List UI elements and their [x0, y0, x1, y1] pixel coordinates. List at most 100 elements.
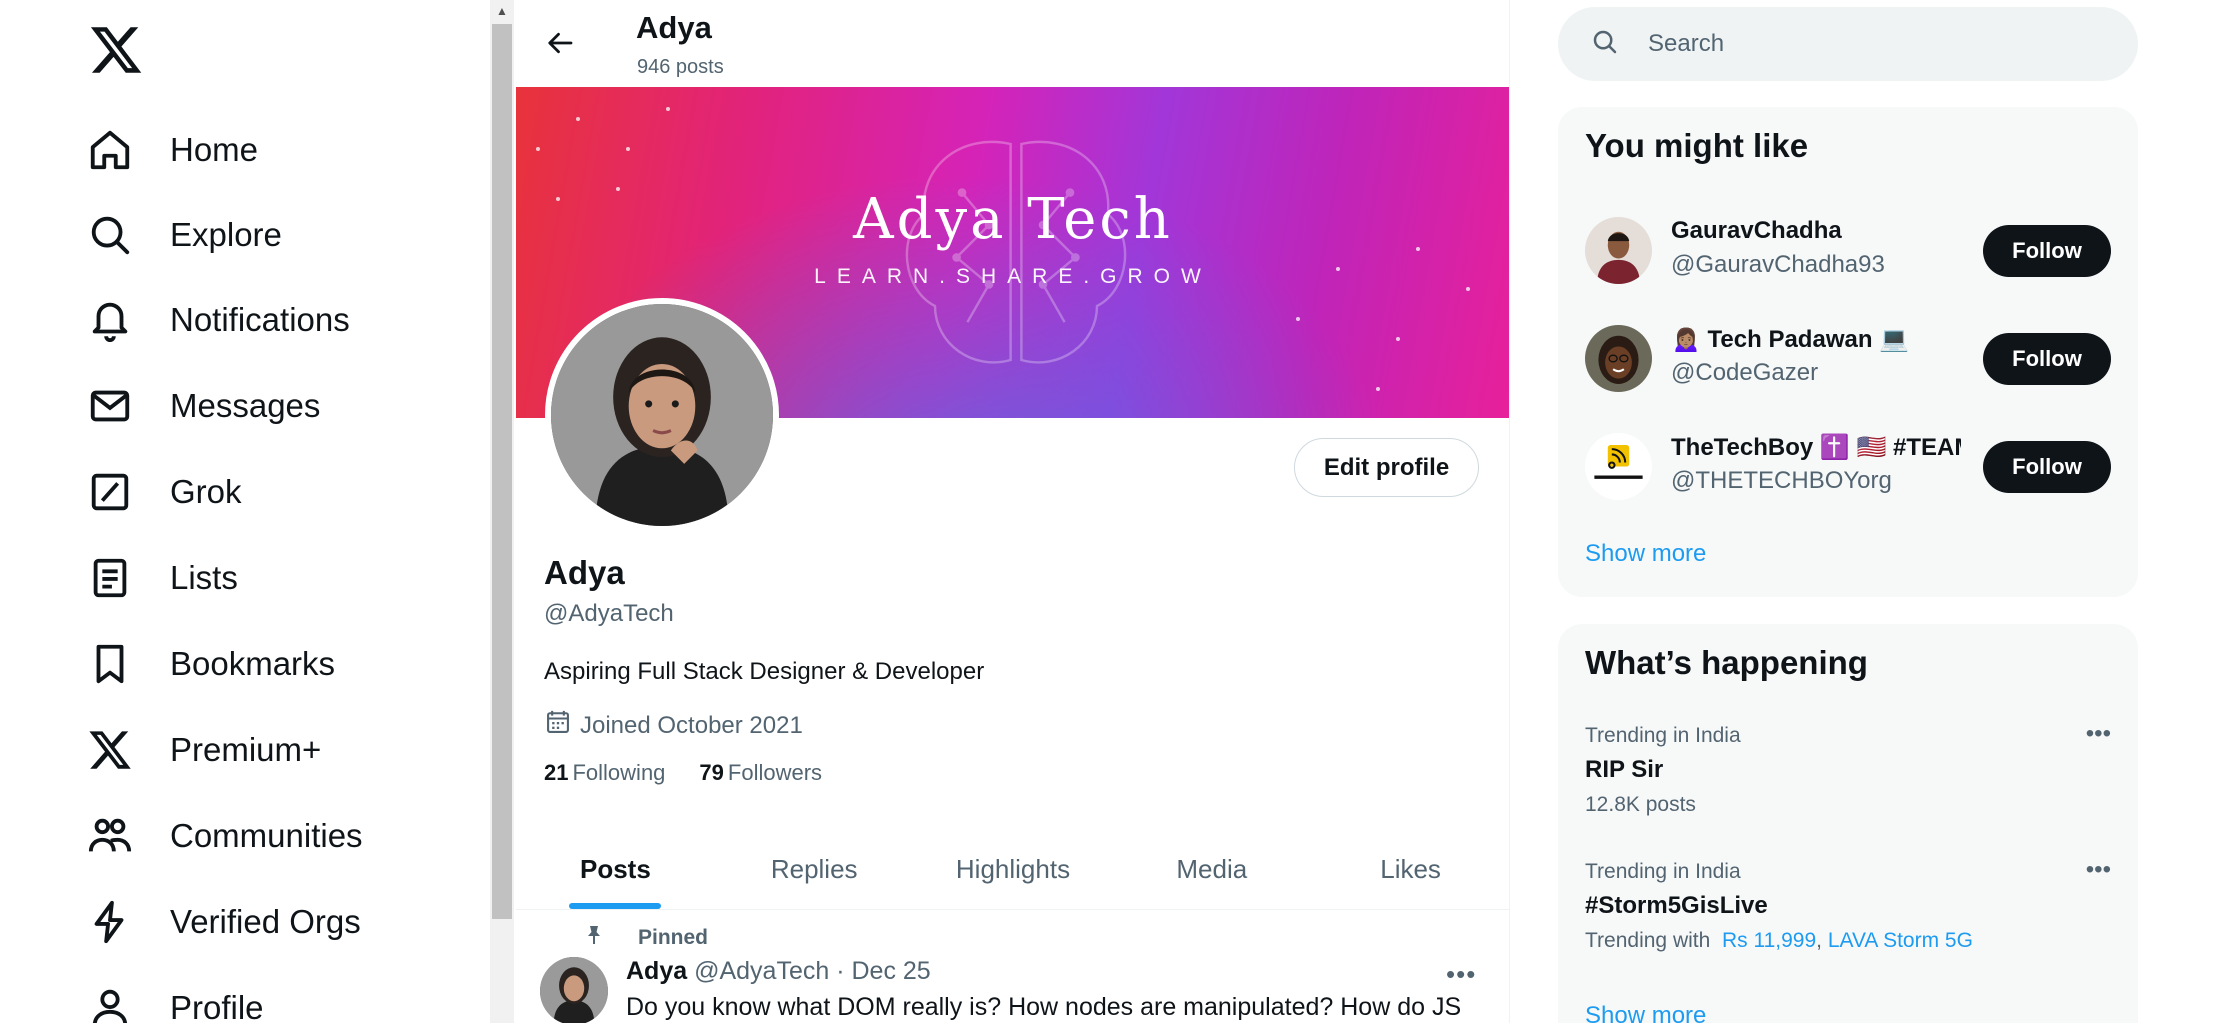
more-options-icon[interactable]: ••• — [2086, 720, 2111, 748]
search-bar[interactable] — [1558, 7, 2138, 81]
trend-name: #Storm5GisLive — [1585, 892, 1768, 919]
nav-premium-label: Premium+ — [170, 731, 322, 768]
tab-replies[interactable]: Replies — [715, 830, 914, 909]
profile-name: Adya — [544, 554, 625, 591]
scrollbar-thumb[interactable] — [492, 24, 512, 919]
nav-grok[interactable]: Grok — [84, 456, 242, 528]
show-more-link[interactable]: Show more — [1585, 1002, 1706, 1023]
scroll-up-arrow-icon[interactable]: ▲ — [490, 0, 514, 22]
post-author-handle[interactable]: @AdyaTech — [694, 957, 829, 985]
x-logo-icon[interactable] — [88, 22, 144, 78]
nav-messages-label: Messages — [170, 387, 321, 424]
nav-explore[interactable]: Explore — [84, 199, 282, 271]
tab-likes[interactable]: Likes — [1311, 830, 1509, 909]
profile-handle: @AdyaTech — [544, 600, 674, 627]
right-sidebar: You might like GauravChadha @GauravChadh… — [1558, 0, 2138, 1023]
tab-posts[interactable]: Posts — [516, 830, 715, 909]
tab-highlights[interactable]: Highlights — [914, 830, 1113, 909]
nav-grok-label: Grok — [170, 473, 242, 510]
nav-profile[interactable]: Profile — [84, 972, 264, 1023]
nav-lists[interactable]: Lists — [84, 542, 238, 614]
suggested-user-name: TheTechBoy ✝️ 🇺🇸 #TEAM — [1671, 434, 1961, 461]
follow-stats: 21 Following 79 Followers — [544, 760, 856, 786]
back-arrow-icon[interactable] — [536, 18, 586, 68]
profile-avatar[interactable] — [545, 298, 779, 532]
trend-item[interactable]: Trending in India RIP Sir 12.8K posts ••… — [1585, 720, 2111, 817]
edit-profile-button[interactable]: Edit profile — [1294, 438, 1479, 497]
suggested-user-handle: @GauravChadha93 — [1671, 251, 1885, 278]
suggested-user[interactable]: GauravChadha @GauravChadha93 Follow — [1585, 207, 2111, 297]
home-icon — [84, 124, 136, 176]
trend-name: RIP Sir — [1585, 756, 1664, 783]
post-date[interactable]: · Dec 25 — [836, 957, 930, 985]
list-icon — [84, 552, 136, 604]
nav-notifications[interactable]: Notifications — [84, 284, 350, 356]
nav-home-label: Home — [170, 131, 259, 168]
follow-button[interactable]: Follow — [1983, 225, 2111, 277]
more-options-icon[interactable]: ••• — [2086, 856, 2111, 884]
scrollbar[interactable]: ▲ — [490, 0, 514, 1023]
search-icon — [84, 209, 136, 261]
suggested-user-handle: @CodeGazer — [1671, 359, 1819, 386]
joined-date: Joined October 2021 — [544, 708, 803, 743]
people-icon — [84, 810, 136, 862]
followers-label: Followers — [727, 760, 823, 785]
followers-link[interactable]: 79 Followers — [699, 760, 822, 786]
show-more-link[interactable]: Show more — [1585, 540, 1706, 568]
suggested-user-name: 🙍🏽‍♀️ Tech Padawan 💻 — [1671, 326, 1910, 353]
suggested-user[interactable]: 🙍🏽‍♀️ Tech Padawan 💻 @CodeGazer Follow — [1585, 315, 2111, 405]
left-navigation: Home Explore Notifications Messages Grok… — [0, 0, 490, 1023]
grok-icon — [84, 466, 136, 518]
post-text: Do you know what DOM really is? How node… — [626, 993, 1462, 1021]
avatar[interactable] — [1585, 433, 1652, 500]
suggested-user[interactable]: TheTechBoy ✝️ 🇺🇸 #TEAM @THETECHBOYorg Fo… — [1585, 423, 2111, 513]
related-trend-link[interactable]: LAVA Storm 5G — [1828, 929, 1973, 952]
profile-column: Adya 946 posts Adya Tech LEARN.SHARE.GRO… — [516, 0, 1510, 1023]
nav-home[interactable]: Home — [84, 114, 258, 186]
x-logo-icon — [84, 724, 136, 776]
followers-count: 79 — [699, 760, 724, 785]
brain-graphic — [905, 140, 1127, 364]
banner-title: Adya Tech — [853, 187, 1173, 252]
trend-related: Trending with Rs 11,999, LAVA Storm 5G — [1585, 929, 1973, 952]
person-icon — [84, 982, 136, 1023]
post-header: Adya @AdyaTech · Dec 25 — [626, 957, 931, 986]
whats-happening-card: What’s happening Trending in India RIP S… — [1558, 624, 2138, 1023]
search-input[interactable] — [1648, 30, 2088, 58]
nav-premium[interactable]: Premium+ — [84, 714, 321, 786]
pinned-post[interactable]: Pinned Adya @AdyaTech · Dec 25 ••• Do yo… — [516, 911, 1509, 1023]
trend-post-count: 12.8K posts — [1585, 793, 1696, 816]
pinned-label: Pinned — [638, 926, 709, 949]
nav-lists-label: Lists — [170, 559, 238, 596]
nav-notifications-label: Notifications — [170, 301, 350, 338]
banner-tagline: LEARN.SHARE.GROW — [814, 265, 1212, 288]
following-link[interactable]: 21 Following — [544, 760, 665, 786]
avatar[interactable] — [1585, 217, 1652, 284]
profile-bio: Aspiring Full Stack Designer & Developer — [544, 658, 985, 685]
suggested-user-name: GauravChadha — [1671, 217, 1842, 244]
follow-button[interactable]: Follow — [1983, 333, 2111, 385]
more-options-icon[interactable]: ••• — [1446, 959, 1476, 990]
nav-messages[interactable]: Messages — [84, 370, 320, 442]
nav-bookmarks[interactable]: Bookmarks — [84, 628, 335, 700]
avatar[interactable] — [1585, 325, 1652, 392]
pin-icon — [582, 923, 638, 953]
search-icon — [1590, 27, 1620, 62]
trend-context: Trending in India — [1585, 860, 1741, 883]
profile-tabs: Posts Replies Highlights Media Likes — [516, 830, 1509, 910]
related-trend-link[interactable]: Rs 11,999 — [1722, 929, 1816, 952]
header-post-count: 946 posts — [637, 56, 724, 78]
post-author-avatar[interactable] — [540, 957, 608, 1023]
nav-explore-label: Explore — [170, 216, 282, 253]
suggested-user-handle: @THETECHBOYorg — [1671, 467, 1892, 494]
trend-item[interactable]: Trending in India #Storm5GisLive Trendin… — [1585, 856, 2111, 953]
nav-communities[interactable]: Communities — [84, 800, 363, 872]
tab-media[interactable]: Media — [1112, 830, 1311, 909]
pinned-indicator: Pinned — [582, 923, 708, 953]
following-count: 21 — [544, 760, 569, 785]
nav-verified-orgs-label: Verified Orgs — [170, 903, 361, 940]
post-author-name[interactable]: Adya — [626, 957, 687, 985]
calendar-icon — [544, 708, 580, 743]
nav-verified-orgs[interactable]: Verified Orgs — [84, 886, 361, 958]
follow-button[interactable]: Follow — [1983, 441, 2111, 493]
